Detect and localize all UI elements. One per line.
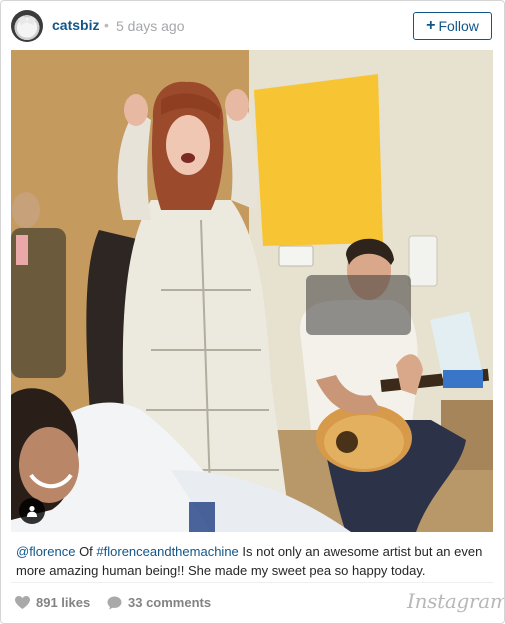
username-link[interactable]: catsbiz: [52, 17, 99, 33]
post-caption: @florence Of #florenceandthemachine Is n…: [16, 542, 491, 580]
instagram-embed-card: catsbiz • 5 days ago + Follow @florence …: [0, 0, 505, 624]
avatar-cat-ear: [17, 15, 28, 26]
post-footer: 891 likes 33 comments Instagram: [1, 583, 504, 623]
meta-separator: •: [104, 17, 109, 33]
post-time[interactable]: 5 days ago: [116, 18, 185, 34]
post-photo[interactable]: [11, 50, 493, 532]
likes-label: 891 likes: [36, 595, 91, 610]
instagram-logo[interactable]: Instagram: [407, 589, 504, 613]
photo-illustration: [11, 50, 493, 532]
follow-label: Follow: [438, 18, 479, 34]
heart-icon: [15, 596, 30, 609]
mention-link[interactable]: @florence: [16, 544, 75, 559]
caption-text: Of: [75, 544, 97, 559]
comments-label: 33 comments: [128, 595, 212, 610]
person-icon: [27, 506, 37, 517]
plus-icon: +: [426, 17, 436, 34]
avatar-cat-ear: [26, 15, 37, 26]
hashtag-link[interactable]: #florenceandthemachine: [96, 544, 238, 559]
comment-bubble-icon: [107, 596, 122, 609]
post-header: catsbiz • 5 days ago + Follow: [1, 1, 504, 51]
user-tag-icon[interactable]: [19, 498, 45, 524]
follow-button[interactable]: + Follow: [413, 12, 492, 40]
user-avatar[interactable]: [11, 10, 43, 42]
likes-count[interactable]: 891 likes: [15, 595, 90, 610]
comments-count[interactable]: 33 comments: [107, 595, 211, 610]
